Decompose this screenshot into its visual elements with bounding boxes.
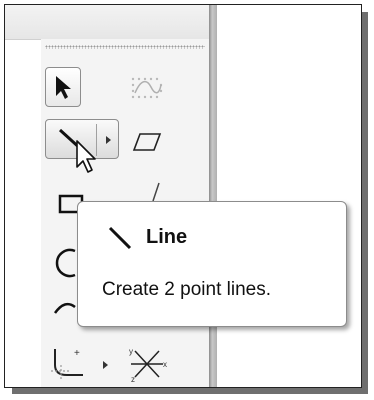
flyout-arrow-icon[interactable]: [106, 136, 111, 144]
svg-text:z: z: [131, 375, 135, 383]
top-bar: [5, 5, 209, 40]
panel-divider[interactable]: [209, 5, 217, 387]
fillet-flyout-arrow-icon[interactable]: [103, 361, 108, 369]
axis-icon: y x z: [129, 347, 167, 383]
svg-text:y: y: [129, 347, 133, 356]
parallelogram-button[interactable]: [127, 127, 167, 157]
line-icon: [108, 226, 132, 250]
screenshot-frame: + y x z Line Create 2 point lines.: [4, 4, 362, 388]
axis-button[interactable]: y x z: [127, 345, 171, 383]
fillet-button[interactable]: +: [47, 345, 87, 383]
mouse-cursor-icon: [76, 140, 96, 173]
line-tooltip: Line Create 2 point lines.: [77, 201, 347, 327]
select-arrow-icon: [56, 76, 71, 99]
spline-button[interactable]: [127, 71, 167, 105]
tooltip-description: Create 2 point lines.: [102, 279, 271, 300]
spline-icon: [131, 77, 163, 99]
toolbar-grip[interactable]: [45, 45, 205, 49]
tooltip-title: Line: [146, 226, 188, 248]
parallelogram-icon: [132, 133, 162, 151]
fillet-icon: +: [51, 348, 83, 381]
svg-text:+: +: [74, 348, 80, 359]
select-button[interactable]: [45, 67, 81, 107]
svg-text:x: x: [163, 360, 167, 369]
